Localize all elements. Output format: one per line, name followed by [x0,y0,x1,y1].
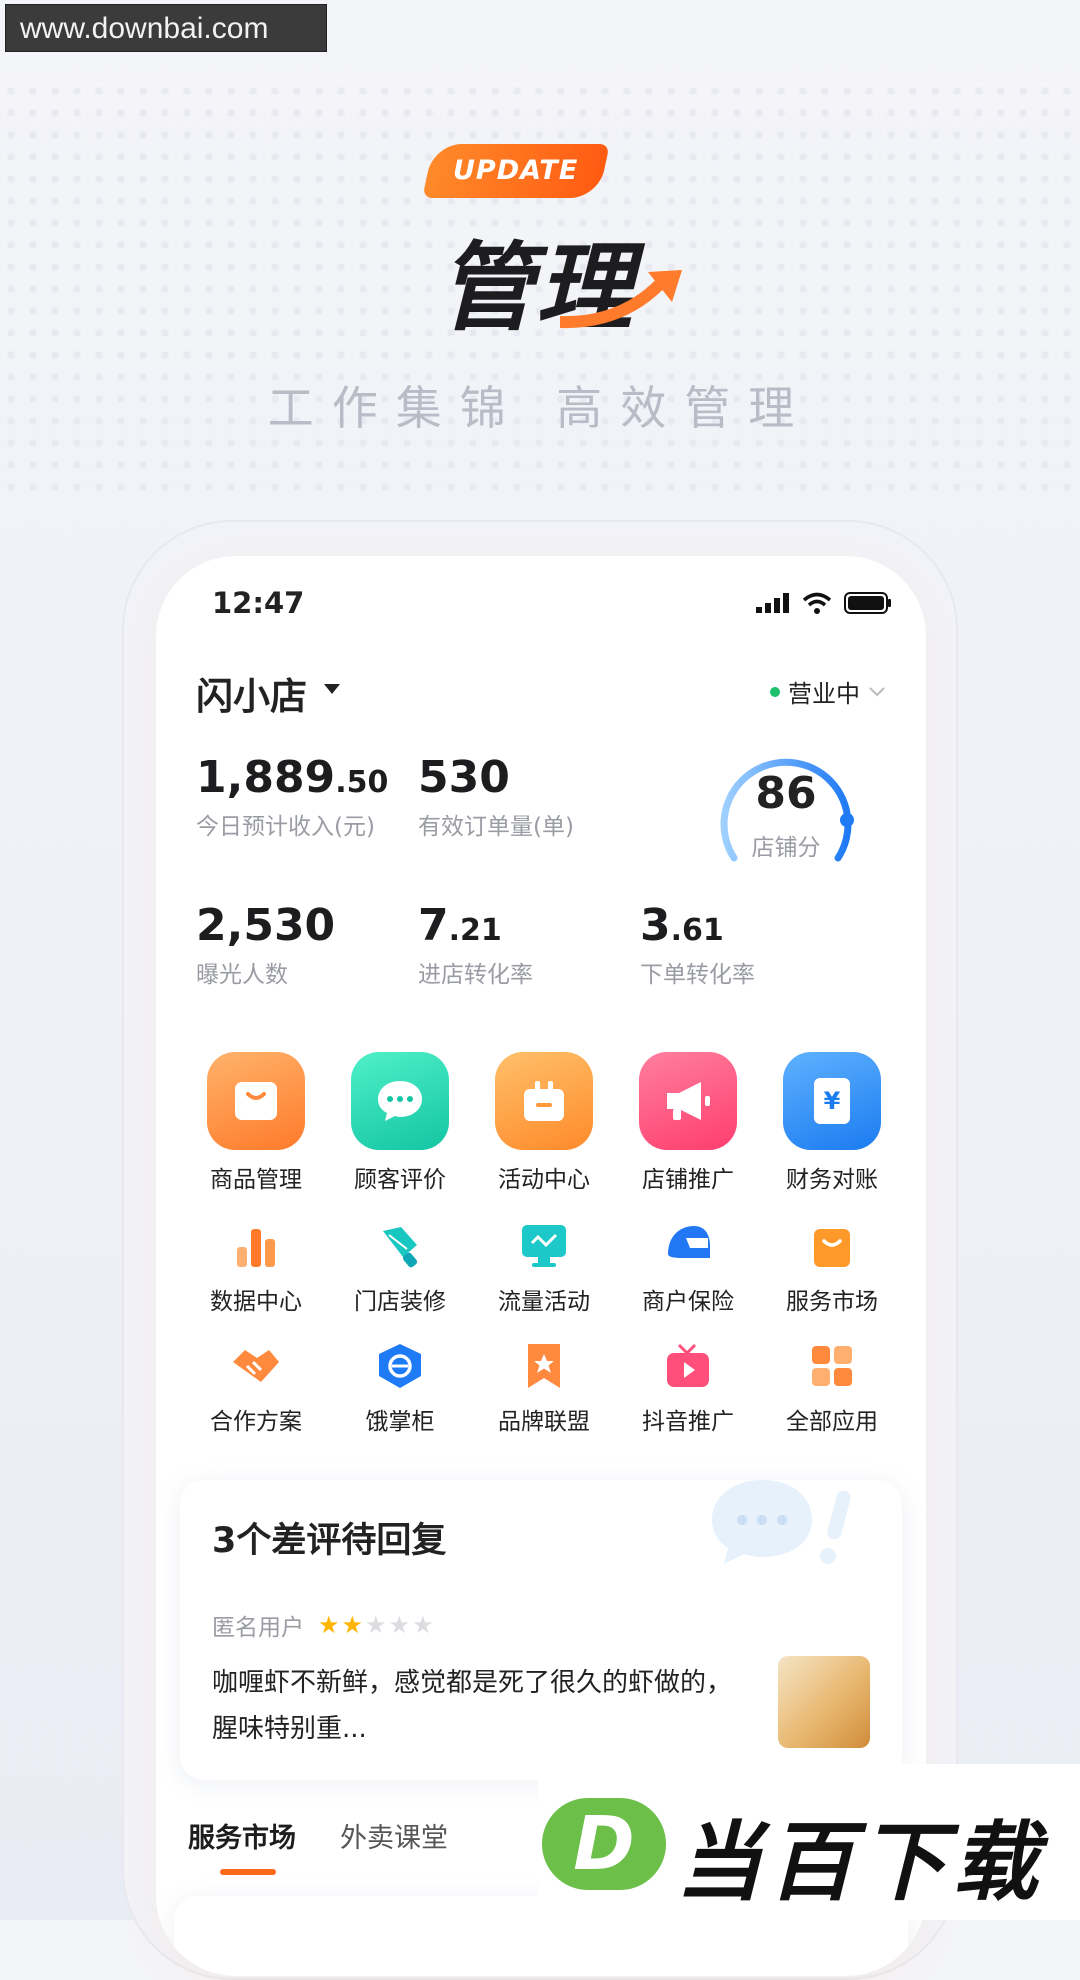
metric-income[interactable]: 1,889.50 今日预计收入(元) [196,752,388,841]
caret-down-icon[interactable] [324,684,340,694]
tab-service-market[interactable]: 服务市场 [188,1816,296,1875]
bookmark-star-icon [518,1340,570,1392]
app-customer-reviews[interactable]: 顾客评价 [328,1052,472,1194]
star-icon: ★ [412,1611,434,1639]
business-status-dropdown[interactable]: 营业中 [770,674,886,709]
metric-exposure[interactable]: 2,530 曝光人数 [196,900,335,989]
shop-bag-icon [806,1220,858,1272]
shopping-bag-icon [207,1052,305,1150]
yuan-ledger-icon: ¥ [783,1052,881,1150]
handshake-icon [230,1340,282,1392]
brand-logo-text: 当百下载 [676,1813,1044,1913]
tv-play-icon [662,1340,714,1392]
brand-watermark: D 当百下载 [538,1764,1080,1920]
gift-box-icon [495,1052,593,1150]
app-merchant-insurance[interactable]: 商户保险 [616,1220,760,1316]
grid-apps-icon [806,1340,858,1392]
paint-brush-icon [374,1220,426,1272]
phone-screen: 12:47 闪小店 营业中 1,889.50 今日预计收入(元) 530 有效订… [156,556,926,1976]
monitor-icon [518,1220,570,1272]
review-title: 3个差评待回复 [212,1521,447,1561]
review-text: 咖喱虾不新鲜，感觉都是死了很久的虾做的，腥味特别重... [212,1668,733,1744]
wifi-icon [802,592,832,614]
app-goods-management[interactable]: 商品管理 [184,1052,328,1194]
chat-exclaim-icon [712,1480,851,1564]
negative-review-card[interactable]: 3个差评待回复 匿名用户 ★ ★ ★ ★ ★ 咖喱虾不新鲜，感觉都是死了很久的虾… [180,1480,902,1780]
app-all-apps[interactable]: 全部应用 [760,1340,904,1436]
star-icon: ★ [365,1611,387,1639]
star-icon: ★ [388,1611,411,1639]
star-icon: ★ [341,1611,364,1639]
battery-icon [844,592,891,614]
brand-logo-letter: D [542,1798,666,1890]
metric-order-rate[interactable]: 3.61 下单转化率 [640,900,755,989]
svg-text:¥: ¥ [824,1087,841,1115]
business-status-label: 营业中 [788,680,860,708]
app-store-decoration[interactable]: 门店装修 [328,1220,472,1316]
app-brand-alliance[interactable]: 品牌联盟 [472,1340,616,1436]
tab-delivery-class[interactable]: 外卖课堂 [340,1816,448,1855]
bottom-tabs: 服务市场 外卖课堂 [188,1816,448,1875]
eleme-shield-icon [374,1340,426,1392]
chat-bubble-icon [351,1052,449,1150]
update-badge: UPDATE [422,144,610,198]
secondary-apps-row-2: 合作方案 饿掌柜 品牌联盟 抖音推广 全部应用 [184,1340,904,1436]
chevron-down-icon [869,686,885,696]
helmet-icon [662,1220,714,1272]
secondary-apps-row-1: 数据中心 门店装修 流量活动 商户保险 服务市场 [184,1220,904,1316]
site-watermark: www.downbai.com [5,4,327,52]
rating-stars: ★ ★ ★ ★ ★ [318,1611,434,1639]
app-cooperation-plan[interactable]: 合作方案 [184,1340,328,1436]
review-user-row: 匿名用户 ★ ★ ★ ★ ★ [212,1608,434,1642]
signal-icon [756,593,789,613]
app-activity-center[interactable]: 活动中心 [472,1052,616,1194]
app-traffic-activity[interactable]: 流量活动 [472,1220,616,1316]
hero-subtitle: 工作集锦 高效管理 [267,381,813,435]
store-score-label: 店铺分 [751,835,821,861]
app-eleme-keeper[interactable]: 饿掌柜 [328,1340,472,1436]
app-store-promotion[interactable]: 店铺推广 [616,1052,760,1194]
status-bar: 12:47 [212,586,892,626]
megaphone-icon [639,1052,737,1150]
store-score-value: 86 [755,768,817,819]
shop-name[interactable]: 闪小店 [196,666,307,720]
store-score-gauge[interactable]: 86 店铺分 [716,738,856,868]
app-data-center[interactable]: 数据中心 [184,1220,328,1316]
review-username: 匿名用户 [212,1615,304,1641]
food-thumbnail[interactable] [778,1656,870,1748]
metric-visit-rate[interactable]: 7.21 进店转化率 [418,900,533,989]
status-time: 12:47 [212,586,305,620]
status-dot-icon [770,686,780,697]
metric-orders[interactable]: 530 有效订单量(单) [418,752,574,841]
app-finance-reconcile[interactable]: ¥ 财务对账 [760,1052,904,1194]
bar-chart-icon [230,1220,282,1272]
shop-header: 闪小店 营业中 [196,666,886,718]
arrow-swoosh-icon [560,270,682,329]
app-douyin-promotion[interactable]: 抖音推广 [616,1340,760,1436]
star-icon: ★ [318,1611,340,1639]
primary-apps-row: 商品管理 顾客评价 活动中心 店铺推广 ¥ 财务对账 [184,1052,904,1194]
app-service-market[interactable]: 服务市场 [760,1220,904,1316]
